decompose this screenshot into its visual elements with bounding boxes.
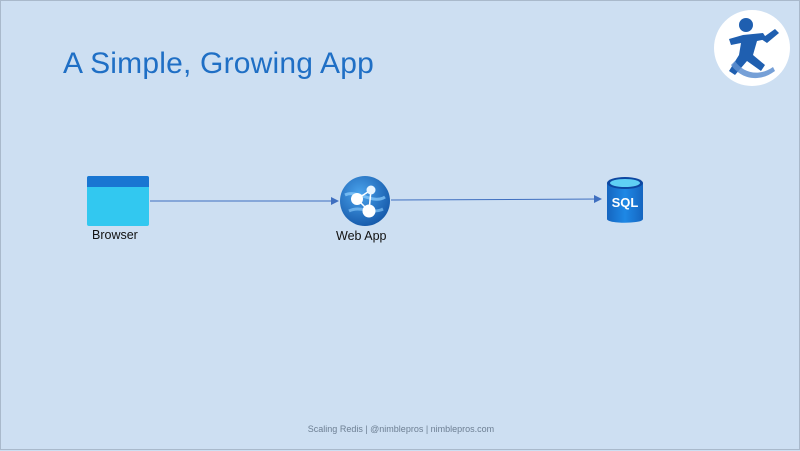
sql-icon-text: SQL xyxy=(612,195,639,210)
azure-web-app-icon xyxy=(340,176,390,226)
browser-label: Browser xyxy=(92,228,138,242)
webapp-label: Web App xyxy=(336,229,387,243)
browser-window-icon xyxy=(87,176,149,226)
slide-footer: Scaling Redis | @nimblepros | nimblepros… xyxy=(307,424,495,434)
sql-database-icon: SQL xyxy=(607,177,643,223)
arrow-webapp-to-sql xyxy=(390,195,602,204)
slide: A Simple, Growing App Browser Web App SQ… xyxy=(0,0,800,450)
diagram-connectors xyxy=(150,195,602,205)
